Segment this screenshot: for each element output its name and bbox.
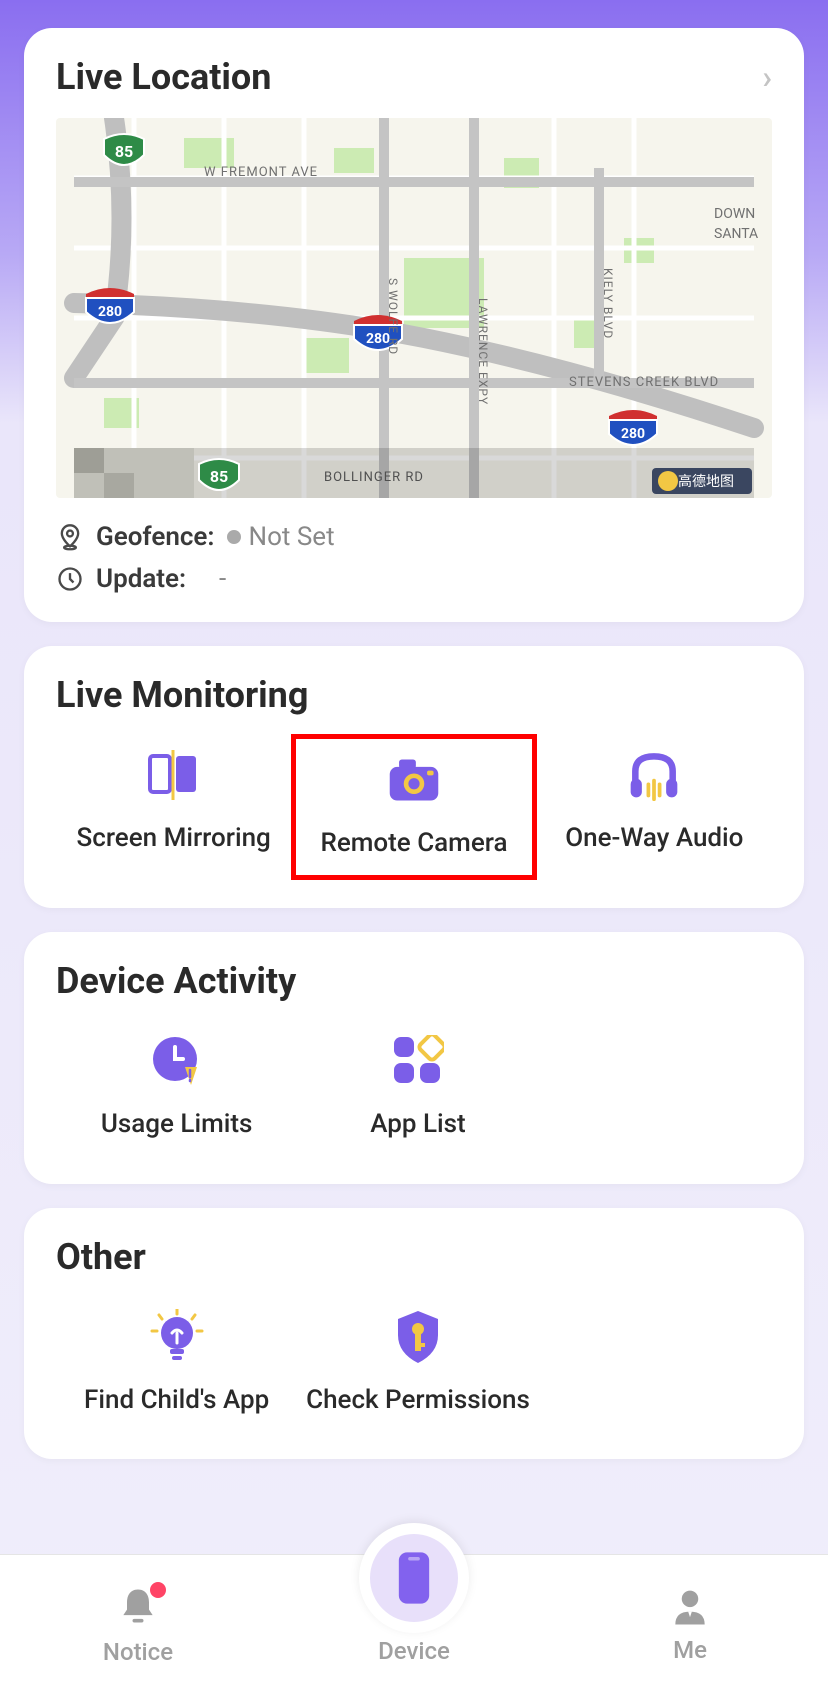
map-svg: 85 280 280 85 [56,118,772,498]
svg-text:STEVENS CREEK BLVD: STEVENS CREEK BLVD [569,375,719,390]
device-activity-card: Device Activity Usage Limits [24,932,804,1184]
screen-mirror-icon [146,748,202,802]
svg-text:85: 85 [210,467,228,486]
geofence-label: Geofence: [96,522,215,552]
check-permissions-label: Check Permissions [306,1384,530,1418]
device-activity-title: Device Activity [56,960,772,1002]
nav-me[interactable]: Me [552,1586,828,1664]
apps-icon [390,1034,446,1088]
svg-text:280: 280 [621,426,645,442]
live-location-title: Live Location [56,56,271,98]
svg-text:W FREMONT AVE: W FREMONT AVE [204,165,318,180]
notification-badge [150,1582,166,1598]
status-dot-icon [227,530,241,544]
bottom-nav: Notice Device Me [0,1554,828,1694]
find-childs-app-label: Find Child's App [84,1384,269,1418]
geofence-value: Not Set [227,522,335,552]
one-way-audio-button[interactable]: One-Way Audio [537,734,772,880]
clock-limit-icon [149,1034,205,1088]
nav-notice-label: Notice [103,1638,173,1666]
location-pin-icon [56,523,84,551]
app-list-button[interactable]: App List [297,1020,538,1156]
live-monitoring-card: Live Monitoring Screen Mirroring [24,646,804,908]
svg-text:LAWRENCE EXPY: LAWRENCE EXPY [476,298,490,405]
other-card: Other Find C [24,1208,804,1460]
other-title: Other [56,1236,772,1278]
app-list-label: App List [370,1108,465,1142]
usage-limits-label: Usage Limits [101,1108,253,1142]
headphones-icon [626,748,682,802]
nav-notice[interactable]: Notice [0,1584,276,1666]
svg-text:KIELY BLVD: KIELY BLVD [601,268,615,339]
device-activity-grid: Usage Limits App List [56,1020,772,1156]
svg-text:S WOLFE RD: S WOLFE RD [386,278,400,355]
nav-device-label: Device [378,1637,450,1665]
update-label: Update: [96,564,186,594]
update-value: - [198,564,226,594]
live-location-header[interactable]: Live Location › [56,56,772,98]
live-location-card: Live Location › [24,28,804,622]
svg-text:BOLLINGER RD: BOLLINGER RD [324,470,424,485]
svg-text:DOWN: DOWN [714,206,755,222]
update-row: Update: - [56,564,772,594]
svg-text:85: 85 [115,142,133,161]
usage-limits-button[interactable]: Usage Limits [56,1020,297,1156]
camera-icon [386,753,442,807]
geofence-row: Geofence: Not Set [56,522,772,552]
remote-camera-button[interactable]: Remote Camera [291,734,536,880]
one-way-audio-label: One-Way Audio [565,822,743,856]
nav-device[interactable]: Device [276,1585,552,1665]
live-monitoring-grid: Screen Mirroring Remote Camera [56,734,772,880]
svg-text:高德地图: 高德地图 [678,473,734,490]
screen-mirroring-button[interactable]: Screen Mirroring [56,734,291,880]
screen-mirroring-label: Screen Mirroring [77,822,271,856]
chevron-right-icon: › [762,58,772,96]
remote-camera-label: Remote Camera [320,827,507,861]
other-grid: Find Child's App Check Permissions [56,1296,772,1432]
live-monitoring-title: Live Monitoring [56,674,772,716]
find-childs-app-button[interactable]: Find Child's App [56,1296,297,1432]
clock-icon [56,565,84,593]
check-permissions-button[interactable]: Check Permissions [297,1296,538,1432]
lightbulb-icon [149,1310,205,1364]
nav-me-label: Me [673,1636,707,1664]
svg-text:280: 280 [98,304,122,320]
svg-text:SANTA: SANTA [714,226,758,242]
shield-key-icon [390,1310,446,1364]
phone-icon [394,1550,434,1606]
person-icon [668,1586,712,1630]
nav-center-circle [359,1523,469,1633]
location-map[interactable]: 85 280 280 85 [56,118,772,498]
